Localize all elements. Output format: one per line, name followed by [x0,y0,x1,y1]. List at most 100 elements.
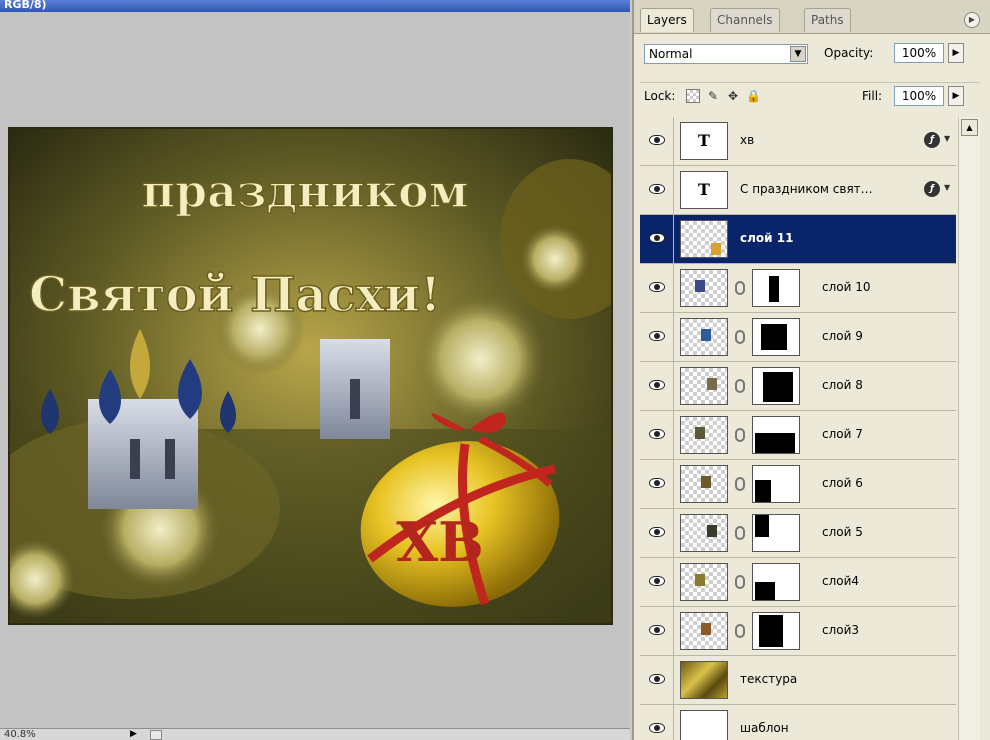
eye-icon [649,282,665,292]
layer-row[interactable]: слой 10 [640,264,956,313]
visibility-toggle[interactable] [640,705,674,740]
lock-all-icon[interactable]: 🔒 [746,89,761,103]
layer-row[interactable]: слой 5 [640,509,956,558]
layer-row[interactable]: слой3 [640,607,956,656]
layer-row[interactable]: Tхв ƒ ▼ [640,117,956,166]
blend-mode-select[interactable]: Normal ▼ [644,44,808,64]
layer-thumbnail[interactable] [680,367,728,405]
chain-link-icon[interactable] [735,330,745,344]
fx-expand-arrow-icon[interactable]: ▼ [944,134,950,143]
layer-thumbnail[interactable] [680,661,728,699]
layer-thumbnail[interactable] [680,269,728,307]
layer-row[interactable]: слой 9 [640,313,956,362]
tab-paths[interactable]: Paths [804,8,851,32]
fx-expand-arrow-icon[interactable]: ▼ [944,183,950,192]
layer-thumbnail[interactable] [680,612,728,650]
layer-mask-thumbnail[interactable] [752,416,800,454]
layer-name[interactable]: хв [740,133,754,147]
layer-row[interactable]: слой 11 [640,215,956,264]
visibility-toggle[interactable] [640,607,674,655]
layer-thumbnail[interactable] [680,563,728,601]
layer-mask-thumbnail[interactable] [752,514,800,552]
layer-mask-thumbnail[interactable] [752,318,800,356]
layer-name[interactable]: слой 11 [740,231,793,245]
visibility-toggle[interactable] [640,460,674,508]
layer-row[interactable]: текстура [640,656,956,705]
layer-name[interactable]: слой 7 [822,427,863,441]
layer-thumbnail[interactable] [680,416,728,454]
tab-layers[interactable]: Layers [640,8,694,32]
layer-mask-thumbnail[interactable] [752,367,800,405]
tab-channels[interactable]: Channels [710,8,780,32]
fill-slider-arrow-icon[interactable]: ▶ [948,86,964,106]
visibility-toggle[interactable] [640,215,674,263]
layer-row[interactable]: слой4 [640,558,956,607]
palette-menu-arrow-icon[interactable]: ▶ [964,12,980,28]
layer-name[interactable]: слой4 [822,574,859,588]
visibility-toggle[interactable] [640,117,674,165]
chain-link-icon[interactable] [735,281,745,295]
thumbnail-art [707,378,717,390]
scroll-up-arrow-icon[interactable]: ▲ [961,119,978,136]
eye-icon [649,478,665,488]
layer-name[interactable]: шаблон [740,721,789,735]
chain-link-icon[interactable] [735,526,745,540]
lock-brush-icon[interactable]: ✎ [706,89,720,103]
thumbnail-art [711,243,721,255]
chain-link-icon[interactable] [735,624,745,638]
visibility-toggle[interactable] [640,264,674,312]
document-title-bar[interactable]: RGB/8) [0,0,630,12]
lock-move-icon[interactable]: ✥ [726,89,740,103]
layer-row[interactable]: слой 7 [640,411,956,460]
layer-name[interactable]: текстура [740,672,797,686]
fill-field[interactable]: 100% [894,86,944,106]
visibility-toggle[interactable] [640,656,674,704]
layer-name[interactable]: слой 9 [822,329,863,343]
layer-row[interactable]: слой 6 [640,460,956,509]
visibility-toggle[interactable] [640,411,674,459]
layer-style-fx-icon[interactable]: ƒ [924,132,940,148]
layer-name[interactable]: слой 8 [822,378,863,392]
layer-style-fx-icon[interactable]: ƒ [924,181,940,197]
lock-transparency-icon[interactable] [686,89,700,103]
chain-link-icon[interactable] [735,428,745,442]
chain-link-icon[interactable] [735,575,745,589]
layer-name[interactable]: слой 10 [822,280,871,294]
horizontal-scroll-button[interactable] [150,730,162,740]
opacity-slider-arrow-icon[interactable]: ▶ [948,43,964,63]
layer-row[interactable]: шаблон [640,705,956,740]
image-canvas[interactable]: праздником Святой Пасхи! ХВ [8,127,613,625]
layer-mask-thumbnail[interactable] [752,465,800,503]
document-window: RGB/8) праздником Святой Пасхи! ХВ 40.8%… [0,0,630,740]
visibility-toggle[interactable] [640,509,674,557]
layers-scrollbar[interactable]: ▲ [958,117,980,740]
layer-thumbnail[interactable] [680,220,728,258]
opacity-field[interactable]: 100% [894,43,944,63]
layer-thumbnail[interactable]: T [680,171,728,209]
layer-thumbnail[interactable]: T [680,122,728,160]
layer-name[interactable]: слой3 [822,623,859,637]
layer-thumbnail[interactable] [680,465,728,503]
layer-mask-thumbnail[interactable] [752,269,800,307]
status-menu-arrow-icon[interactable]: ▶ [130,729,137,740]
layer-thumbnail[interactable] [680,710,728,740]
layer-name[interactable]: слой 6 [822,476,863,490]
visibility-toggle[interactable] [640,313,674,361]
layer-thumbnail[interactable] [680,514,728,552]
layer-thumbnail[interactable] [680,318,728,356]
layer-name[interactable]: С праздником свят… [740,182,873,196]
layer-mask-thumbnail[interactable] [752,612,800,650]
layer-name[interactable]: слой 5 [822,525,863,539]
chain-link-icon[interactable] [735,379,745,393]
layer-row[interactable]: T С праздником свят… ƒ ▼ [640,166,956,215]
chain-link-icon[interactable] [735,477,745,491]
blend-mode-value: Normal [649,47,693,61]
layer-row[interactable]: слой 8 [640,362,956,411]
chevron-down-icon[interactable]: ▼ [790,46,806,62]
zoom-readout[interactable]: 40.8% [4,729,36,740]
visibility-toggle[interactable] [640,362,674,410]
visibility-toggle[interactable] [640,166,674,214]
layer-mask-thumbnail[interactable] [752,563,800,601]
mask-shape [759,615,783,647]
visibility-toggle[interactable] [640,558,674,606]
